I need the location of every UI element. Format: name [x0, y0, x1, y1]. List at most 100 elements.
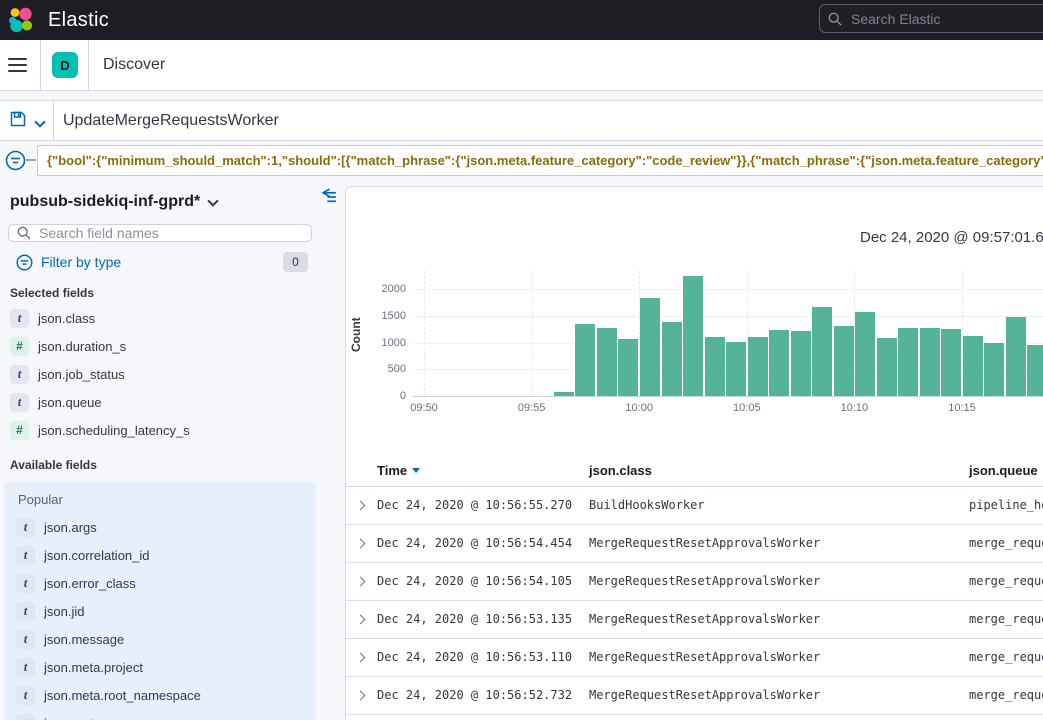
histogram-bar[interactable]	[662, 322, 682, 396]
histogram-bar[interactable]	[769, 330, 789, 396]
field-item[interactable]: tjson.queue	[0, 388, 320, 416]
string-field-icon: t	[16, 630, 35, 649]
string-field-icon: t	[16, 602, 35, 621]
selected-fields-heading: Selected fields	[10, 286, 320, 300]
histogram-bar[interactable]	[855, 312, 875, 396]
expand-row-icon[interactable]	[356, 577, 366, 587]
collapse-sidebar-icon[interactable]	[321, 188, 338, 205]
expand-row-icon[interactable]	[356, 691, 366, 701]
field-name: json.correlation_id	[44, 548, 150, 563]
field-item[interactable]: #json.duration_s	[0, 332, 320, 360]
field-search-input[interactable]	[39, 225, 279, 241]
query-bar	[0, 142, 1043, 180]
time-range-label: Dec 24, 2020 @ 09:57:01.67	[860, 229, 1043, 246]
expand-row-icon[interactable]	[356, 653, 366, 663]
cell-time: Dec 24, 2020 @ 10:56:52.732	[377, 677, 572, 714]
field-item[interactable]: t json.jid	[4, 597, 316, 625]
table-row[interactable]: Dec 24, 2020 @ 10:56:54.105 MergeRequestR…	[346, 563, 1043, 601]
histogram-bar[interactable]	[791, 331, 811, 396]
global-search-bar[interactable]	[819, 4, 1043, 33]
x-axis-line	[413, 396, 1043, 397]
column-header-time[interactable]: Time	[377, 456, 420, 486]
query-input[interactable]	[37, 145, 1043, 176]
breadcrumb: Discover	[103, 40, 165, 90]
cell-json-queue: merge_reque	[969, 563, 1043, 600]
x-axis-tick: 09:50	[394, 402, 454, 414]
discover-app-badge[interactable]: D	[52, 52, 78, 78]
x-axis-tick: 10:15	[932, 402, 992, 414]
menu-icon[interactable]	[8, 58, 27, 72]
filter-icon[interactable]	[5, 150, 26, 171]
cell-time: Dec 24, 2020 @ 10:56:53.110	[377, 639, 572, 676]
field-item[interactable]: tjson.meta.root_namespace	[4, 681, 316, 709]
histogram-bar[interactable]	[898, 328, 918, 396]
string-field-icon: t	[10, 393, 29, 412]
cell-json-class: MergeRequestResetApprovalsWorker	[589, 677, 820, 714]
field-item[interactable]: tjson.meta.user	[4, 709, 316, 720]
histogram-bar[interactable]	[705, 337, 725, 396]
saved-search-bar: UpdateMergeRequestsWorker	[0, 100, 1043, 141]
cell-time: Dec 24, 2020 @ 10:56:53.135	[377, 601, 572, 638]
table-row[interactable]: Dec 24, 2020 @ 10:56:54.454MergeRequestR…	[346, 525, 1043, 563]
number-field-icon: #	[10, 421, 29, 440]
histogram-bar[interactable]	[575, 324, 595, 396]
table-row[interactable]: Dec 24, 2020 @ 10:56:53.135MergeRequestR…	[346, 601, 1043, 639]
popular-fields-panel: Popular tjson.argstjson.correlation_idtj…	[4, 482, 316, 720]
histogram-bar[interactable]	[1027, 345, 1043, 396]
table-row[interactable]: Dec 24, 2020 @ 10:56:53.110MergeRequestR…	[346, 639, 1043, 677]
string-field-icon: t	[16, 574, 35, 593]
histogram-bar[interactable]	[941, 329, 961, 396]
field-name: json.message	[44, 632, 124, 647]
field-item[interactable]: t json.message	[4, 625, 316, 653]
cell-json-queue: merge_reque	[969, 601, 1043, 638]
cell-json-queue: merge_reque	[969, 525, 1043, 562]
field-search-bar[interactable]	[8, 224, 312, 242]
histogram-bar[interactable]	[640, 298, 660, 396]
cell-time: Dec 24, 2020 @ 10:56:54.105	[377, 563, 572, 600]
saved-search-title: UpdateMergeRequestsWorker	[63, 101, 279, 140]
histogram-bar[interactable]	[877, 338, 897, 396]
field-item[interactable]: #json.scheduling_latency_s	[0, 416, 320, 444]
table-row[interactable]: Dec 24, 2020 @ 10:56:52.732 MergeRequestR…	[346, 677, 1043, 715]
field-item[interactable]: tjson.args	[4, 513, 316, 541]
field-item[interactable]: tjson.correlation_id	[4, 541, 316, 569]
histogram-bar[interactable]	[984, 343, 1004, 396]
histogram-bar[interactable]	[597, 328, 617, 396]
discover-results-panel: Dec 24, 2020 @ 09:57:01.67 Count 09:5009…	[345, 186, 1043, 720]
index-pattern-selector[interactable]: pubsub-sidekiq-inf-gprd*	[10, 193, 310, 211]
filter-by-type-label: Filter by type	[41, 254, 121, 270]
popular-heading: Popular	[18, 492, 316, 507]
histogram-bar[interactable]	[554, 392, 574, 396]
save-button[interactable]	[10, 111, 48, 131]
histogram-bar[interactable]	[683, 276, 703, 396]
field-item[interactable]: tjson.meta.project	[4, 653, 316, 681]
field-item[interactable]: tjson.job_status	[0, 360, 320, 388]
filter-by-type[interactable]: Filter by type 0	[16, 252, 308, 272]
table-header-row: Time json.class json.queue	[346, 456, 1043, 487]
x-axis-tick: 10:00	[609, 402, 669, 414]
histogram-bar[interactable]	[920, 328, 940, 396]
string-field-icon: t	[16, 658, 35, 677]
expand-row-icon[interactable]	[356, 615, 366, 625]
histogram-bar[interactable]	[726, 342, 746, 396]
histogram-bar[interactable]	[1006, 317, 1026, 396]
global-search-input[interactable]	[851, 11, 1043, 27]
expand-row-icon[interactable]	[356, 501, 366, 511]
histogram-bar[interactable]	[618, 339, 638, 396]
field-item[interactable]: tjson.class	[0, 304, 320, 332]
histogram-bar[interactable]	[748, 337, 768, 396]
histogram-bar[interactable]	[834, 326, 854, 396]
cell-json-queue: merge_reque	[969, 639, 1043, 676]
field-name: json.jid	[44, 604, 84, 619]
field-name: json.error_class	[44, 576, 136, 591]
histogram-bar[interactable]	[963, 336, 983, 396]
field-item[interactable]: t json.error_class	[4, 569, 316, 597]
column-header-json-queue[interactable]: json.queue	[969, 456, 1038, 486]
column-header-json-class[interactable]: json.class	[589, 456, 652, 486]
cell-json-class: MergeRequestResetApprovalsWorker	[589, 525, 820, 562]
expand-row-icon[interactable]	[356, 539, 366, 549]
grid-line	[413, 289, 1043, 290]
table-row[interactable]: Dec 24, 2020 @ 10:56:55.270BuildHooksWor…	[346, 487, 1043, 525]
cell-json-class: MergeRequestResetApprovalsWorker	[589, 563, 820, 600]
histogram-bar[interactable]	[812, 307, 832, 396]
